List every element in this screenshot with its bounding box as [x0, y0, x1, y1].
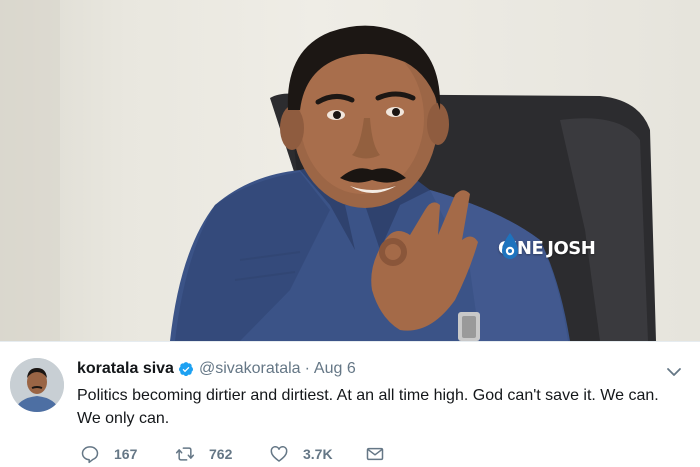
tweet-card[interactable]: koratala siva @sivakoratala · Aug 6 Poli…	[0, 341, 700, 467]
chevron-down-icon[interactable]	[666, 364, 682, 380]
like-button[interactable]: 3.7K	[269, 444, 365, 464]
like-count: 3.7K	[303, 446, 333, 462]
avatar[interactable]	[10, 358, 64, 412]
tweet-actions: 167 762 3.7K	[80, 443, 399, 465]
watermark-right-text: JOSH	[547, 237, 596, 259]
cinejosh-watermark: CINE JOSH	[498, 232, 596, 264]
retweet-count: 762	[209, 446, 233, 462]
person-photo-illustration	[0, 0, 656, 341]
heart-icon	[270, 445, 288, 462]
avatar-image	[10, 358, 64, 412]
tweet-text: Politics becoming dirtier and dirtiest. …	[77, 387, 659, 427]
reply-count: 167	[114, 446, 138, 462]
cinejosh-logo-icon	[502, 233, 518, 259]
reply-icon	[81, 446, 99, 464]
tweet-date[interactable]: Aug 6	[314, 360, 356, 378]
direct-message-button[interactable]	[365, 444, 399, 464]
news-photo: CINE JOSH	[0, 0, 700, 341]
display-name[interactable]: koratala siva	[77, 360, 174, 378]
header-separator: ·	[304, 360, 310, 377]
tweet-header: koratala siva @sivakoratala · Aug 6	[77, 360, 356, 378]
envelope-icon	[366, 447, 384, 461]
retweet-button[interactable]: 762	[175, 444, 269, 464]
user-handle[interactable]: @sivakoratala	[199, 360, 301, 378]
reply-button[interactable]: 167	[80, 444, 175, 464]
retweet-icon	[175, 447, 195, 461]
verified-badge-icon	[178, 362, 193, 377]
